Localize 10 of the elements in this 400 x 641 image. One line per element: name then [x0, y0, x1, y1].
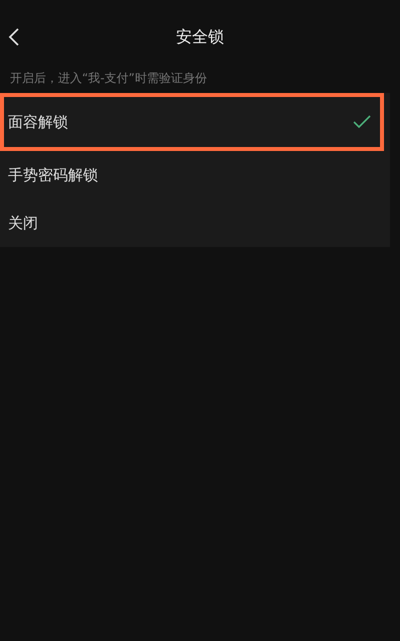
option-label: 手势密码解锁 — [8, 166, 98, 184]
option-label: 面容解锁 — [8, 112, 68, 132]
check-icon — [352, 114, 372, 130]
hint-text: 开启后，进入“我-支付”时需验证身份 — [9, 70, 208, 87]
option-item[interactable]: 关闭 — [0, 199, 390, 247]
option-label: 关闭 — [8, 214, 38, 232]
option-item[interactable]: 面容解锁 — [0, 93, 384, 151]
page-title: 安全锁 — [176, 26, 224, 48]
option-item[interactable]: 手势密码解锁 — [0, 151, 390, 199]
back-icon[interactable] — [8, 27, 20, 47]
